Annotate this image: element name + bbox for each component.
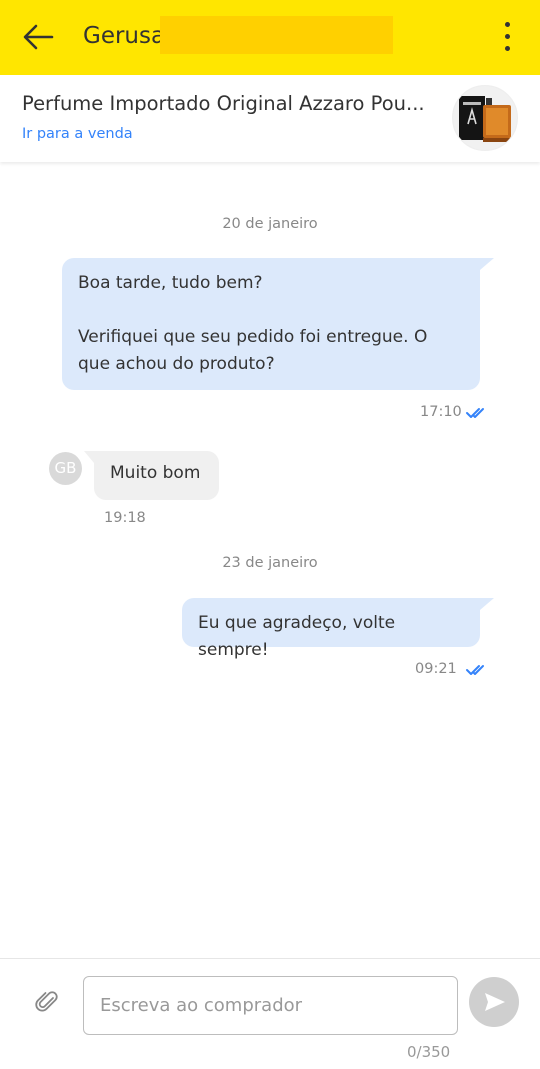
message-input[interactable] bbox=[83, 976, 458, 1035]
date-separator: 20 de janeiro bbox=[222, 216, 318, 232]
more-options-button[interactable] bbox=[496, 18, 520, 56]
product-title: Perfume Importado Original Azzaro Pou... bbox=[22, 92, 425, 115]
message-text: Boa tarde, tudo bem? bbox=[78, 273, 263, 293]
send-icon bbox=[485, 993, 505, 1011]
avatar: GB bbox=[49, 452, 82, 485]
message-text: Verifiquei que seu pedido foi entregue. … bbox=[78, 327, 428, 374]
contact-name: Gerusa bbox=[83, 23, 166, 49]
double-check-icon bbox=[466, 665, 484, 675]
date-separator: 23 de janeiro bbox=[222, 555, 318, 571]
back-button[interactable] bbox=[18, 18, 58, 58]
perfume-image-icon bbox=[453, 86, 517, 150]
top-app-bar: Gerusa bbox=[0, 0, 540, 75]
message-text: Eu que agradeço, volte sempre! bbox=[198, 613, 396, 660]
double-check-icon bbox=[466, 408, 484, 418]
outgoing-message[interactable]: Eu que agradeço, volte sempre! bbox=[182, 598, 494, 660]
attach-button[interactable] bbox=[34, 989, 60, 1015]
message-time: 09:21 bbox=[415, 661, 457, 677]
character-counter: 0/350 bbox=[407, 1043, 451, 1061]
paperclip-icon bbox=[35, 991, 58, 1012]
message-text: Muito bom bbox=[110, 463, 201, 483]
product-thumbnail[interactable] bbox=[452, 85, 518, 151]
message-time: 19:18 bbox=[104, 510, 146, 526]
message-composer: 0/350 bbox=[0, 958, 540, 1069]
outgoing-message[interactable]: Boa tarde, tudo bem? Verifiquei que seu … bbox=[62, 258, 494, 390]
more-vertical-icon bbox=[505, 22, 510, 27]
product-bar[interactable]: Perfume Importado Original Azzaro Pou...… bbox=[0, 75, 540, 162]
message-time: 17:10 bbox=[420, 404, 462, 420]
go-to-sale-link[interactable]: Ir para a venda bbox=[22, 126, 133, 142]
redacted-name-block bbox=[160, 16, 393, 54]
incoming-message[interactable]: Muito bom bbox=[84, 451, 219, 500]
arrow-left-icon bbox=[23, 24, 54, 50]
send-button[interactable] bbox=[469, 977, 519, 1027]
